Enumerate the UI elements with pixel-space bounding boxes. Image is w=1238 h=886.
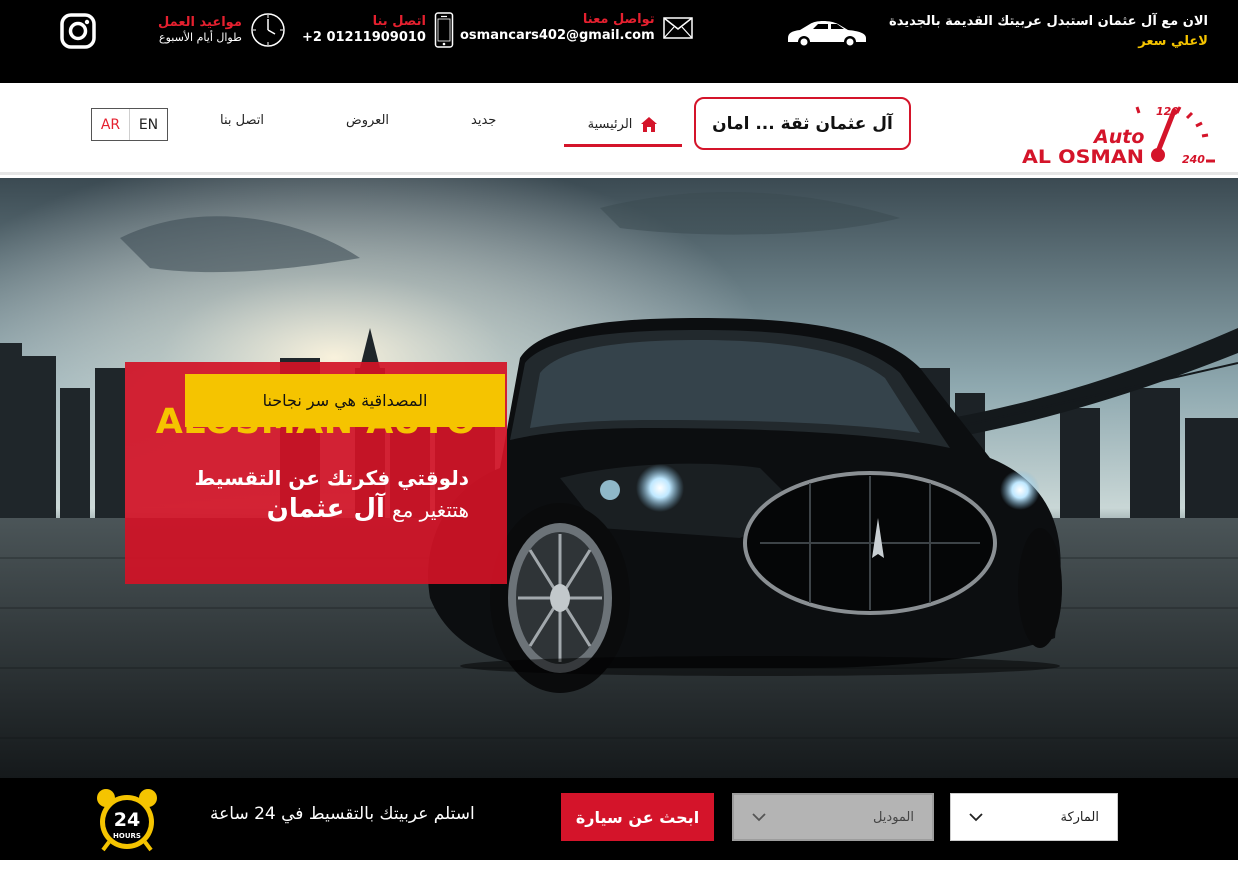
brand-select-value: الماركة <box>1060 809 1100 825</box>
site-header: 120 240 Auto AL OSMAN آل عثمان ثقة ... ا… <box>0 83 1238 175</box>
hero-banner: ALOSMAN AUTO دلوقتي فكرتك عن التقسيط هتت… <box>0 178 1238 778</box>
nav-contact[interactable]: اتصل بنا <box>220 113 264 128</box>
phone-icon <box>434 12 454 48</box>
hero-line-2-part-2: آل عثمان <box>266 494 385 524</box>
logo-speed-240: 240 <box>1182 153 1205 163</box>
clock-icon <box>251 13 285 47</box>
slogan-box: آل عثمان ثقة ... امان <box>694 97 911 150</box>
badge-number: 24 <box>114 809 140 831</box>
model-select[interactable]: الموديل <box>732 793 934 841</box>
nav-new[interactable]: جديد <box>471 113 496 128</box>
hero-line-1: دلوقتي فكرتك عن التقسيط <box>194 466 469 490</box>
model-select-value: الموديل <box>872 809 914 825</box>
email-value[interactable]: osmancars402@gmail.com <box>460 28 655 44</box>
hero-line-2: هتتغير مع آل عثمان <box>267 494 469 524</box>
chevron-down-icon <box>969 812 983 821</box>
phone-value[interactable]: +2 01211909010 <box>302 30 426 46</box>
topbar-promo: الان مع آل عثمان استبدل عربيتك القديمة ب… <box>889 12 1208 52</box>
hero-line-2-part-1: هتتغير مع <box>391 498 469 522</box>
lang-en[interactable]: EN <box>130 109 167 140</box>
nav-home-label: الرئيسية <box>587 117 633 132</box>
hours-value: طوال أيام الأسبوع <box>159 31 242 45</box>
hours-title: مواعيد العمل <box>158 15 242 30</box>
nav-offers[interactable]: العروض <box>346 113 389 128</box>
email-title: تواصل معنا <box>582 12 655 27</box>
envelope-icon <box>662 17 693 39</box>
hero-cta-button[interactable]: المصداقية هي سر نجاحنا <box>185 374 505 427</box>
logo-al-osman: AL OSMAN <box>1022 146 1144 163</box>
chevron-down-icon <box>752 812 766 821</box>
lang-ar[interactable]: AR <box>92 109 130 140</box>
brand-select[interactable]: الماركة <box>950 793 1118 841</box>
installment-message: استلم عربيتك بالتقسيط في 24 ساعة <box>210 804 475 824</box>
logo[interactable]: 120 240 Auto AL OSMAN <box>1020 93 1220 163</box>
instagram-icon[interactable] <box>60 13 96 49</box>
car-icon <box>788 21 866 48</box>
logo-speed-120: 120 <box>1156 105 1179 118</box>
home-icon <box>641 117 658 132</box>
nav-home[interactable]: الرئيسية <box>564 105 682 147</box>
search-bar: 24 HOURS استلم عربيتك بالتقسيط في 24 ساع… <box>0 778 1238 860</box>
contact-email[interactable]: تواصل معنا osmancars402@gmail.com <box>460 12 693 45</box>
logo-auto: Auto <box>1092 126 1144 148</box>
page-footer-space <box>0 860 1238 886</box>
language-switcher: AR EN <box>91 108 168 141</box>
working-hours: مواعيد العمل طوال أيام الأسبوع <box>158 12 286 48</box>
phone-title: اتصل بنا <box>372 13 426 29</box>
badge-text: HOURS <box>113 832 141 840</box>
24-hours-icon: 24 HOURS <box>97 789 157 852</box>
top-bar: الان مع آل عثمان استبدل عربيتك القديمة ب… <box>0 0 1238 83</box>
contact-phone[interactable]: اتصل بنا +2 01211909010 <box>302 12 454 48</box>
promo-line-1: الان مع آل عثمان استبدل عربيتك القديمة ب… <box>889 14 1208 29</box>
search-car-button[interactable]: ابحث عن سيارة <box>561 793 714 841</box>
promo-line-2: لاعلي سعر <box>1138 34 1208 50</box>
